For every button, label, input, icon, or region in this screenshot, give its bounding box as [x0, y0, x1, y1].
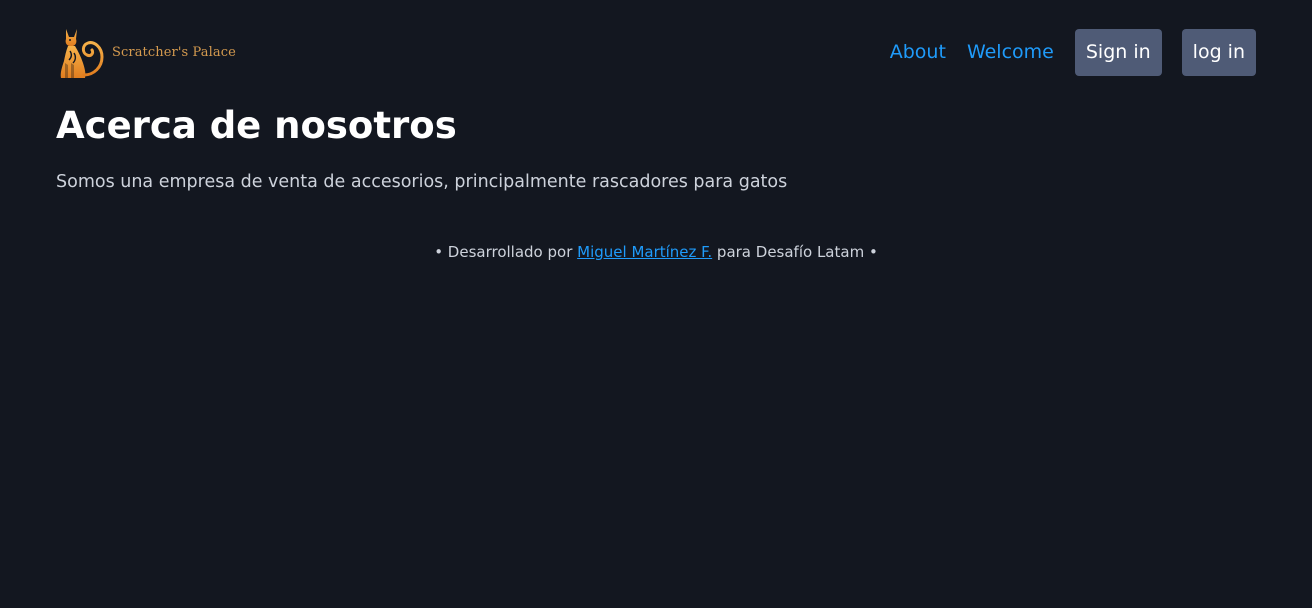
- navbar: Scratcher's Palace About Welcome Sign in…: [50, 22, 1256, 82]
- brand-name: Scratcher's Palace: [112, 44, 236, 60]
- sign-in-button[interactable]: Sign in: [1074, 28, 1162, 76]
- nav-link-about[interactable]: About: [890, 41, 946, 63]
- nav-menu: About Welcome Sign in log in: [890, 28, 1256, 76]
- brand-link[interactable]: Scratcher's Palace: [50, 23, 236, 81]
- footer-prefix: • Desarrollado por: [434, 243, 578, 261]
- cat-logo-icon: [60, 29, 104, 78]
- footer-author-link[interactable]: Miguel Martínez F.: [577, 243, 712, 261]
- log-in-button[interactable]: log in: [1181, 28, 1256, 76]
- page-title: Acerca de nosotros: [56, 104, 457, 147]
- footer-suffix: para Desafío Latam •: [712, 243, 878, 261]
- page-description: Somos una empresa de venta de accesorios…: [56, 172, 788, 192]
- nav-link-welcome[interactable]: Welcome: [967, 41, 1054, 63]
- page: Scratcher's Palace About Welcome Sign in…: [0, 0, 1312, 608]
- footer: • Desarrollado por Miguel Martínez F. pa…: [0, 241, 1312, 263]
